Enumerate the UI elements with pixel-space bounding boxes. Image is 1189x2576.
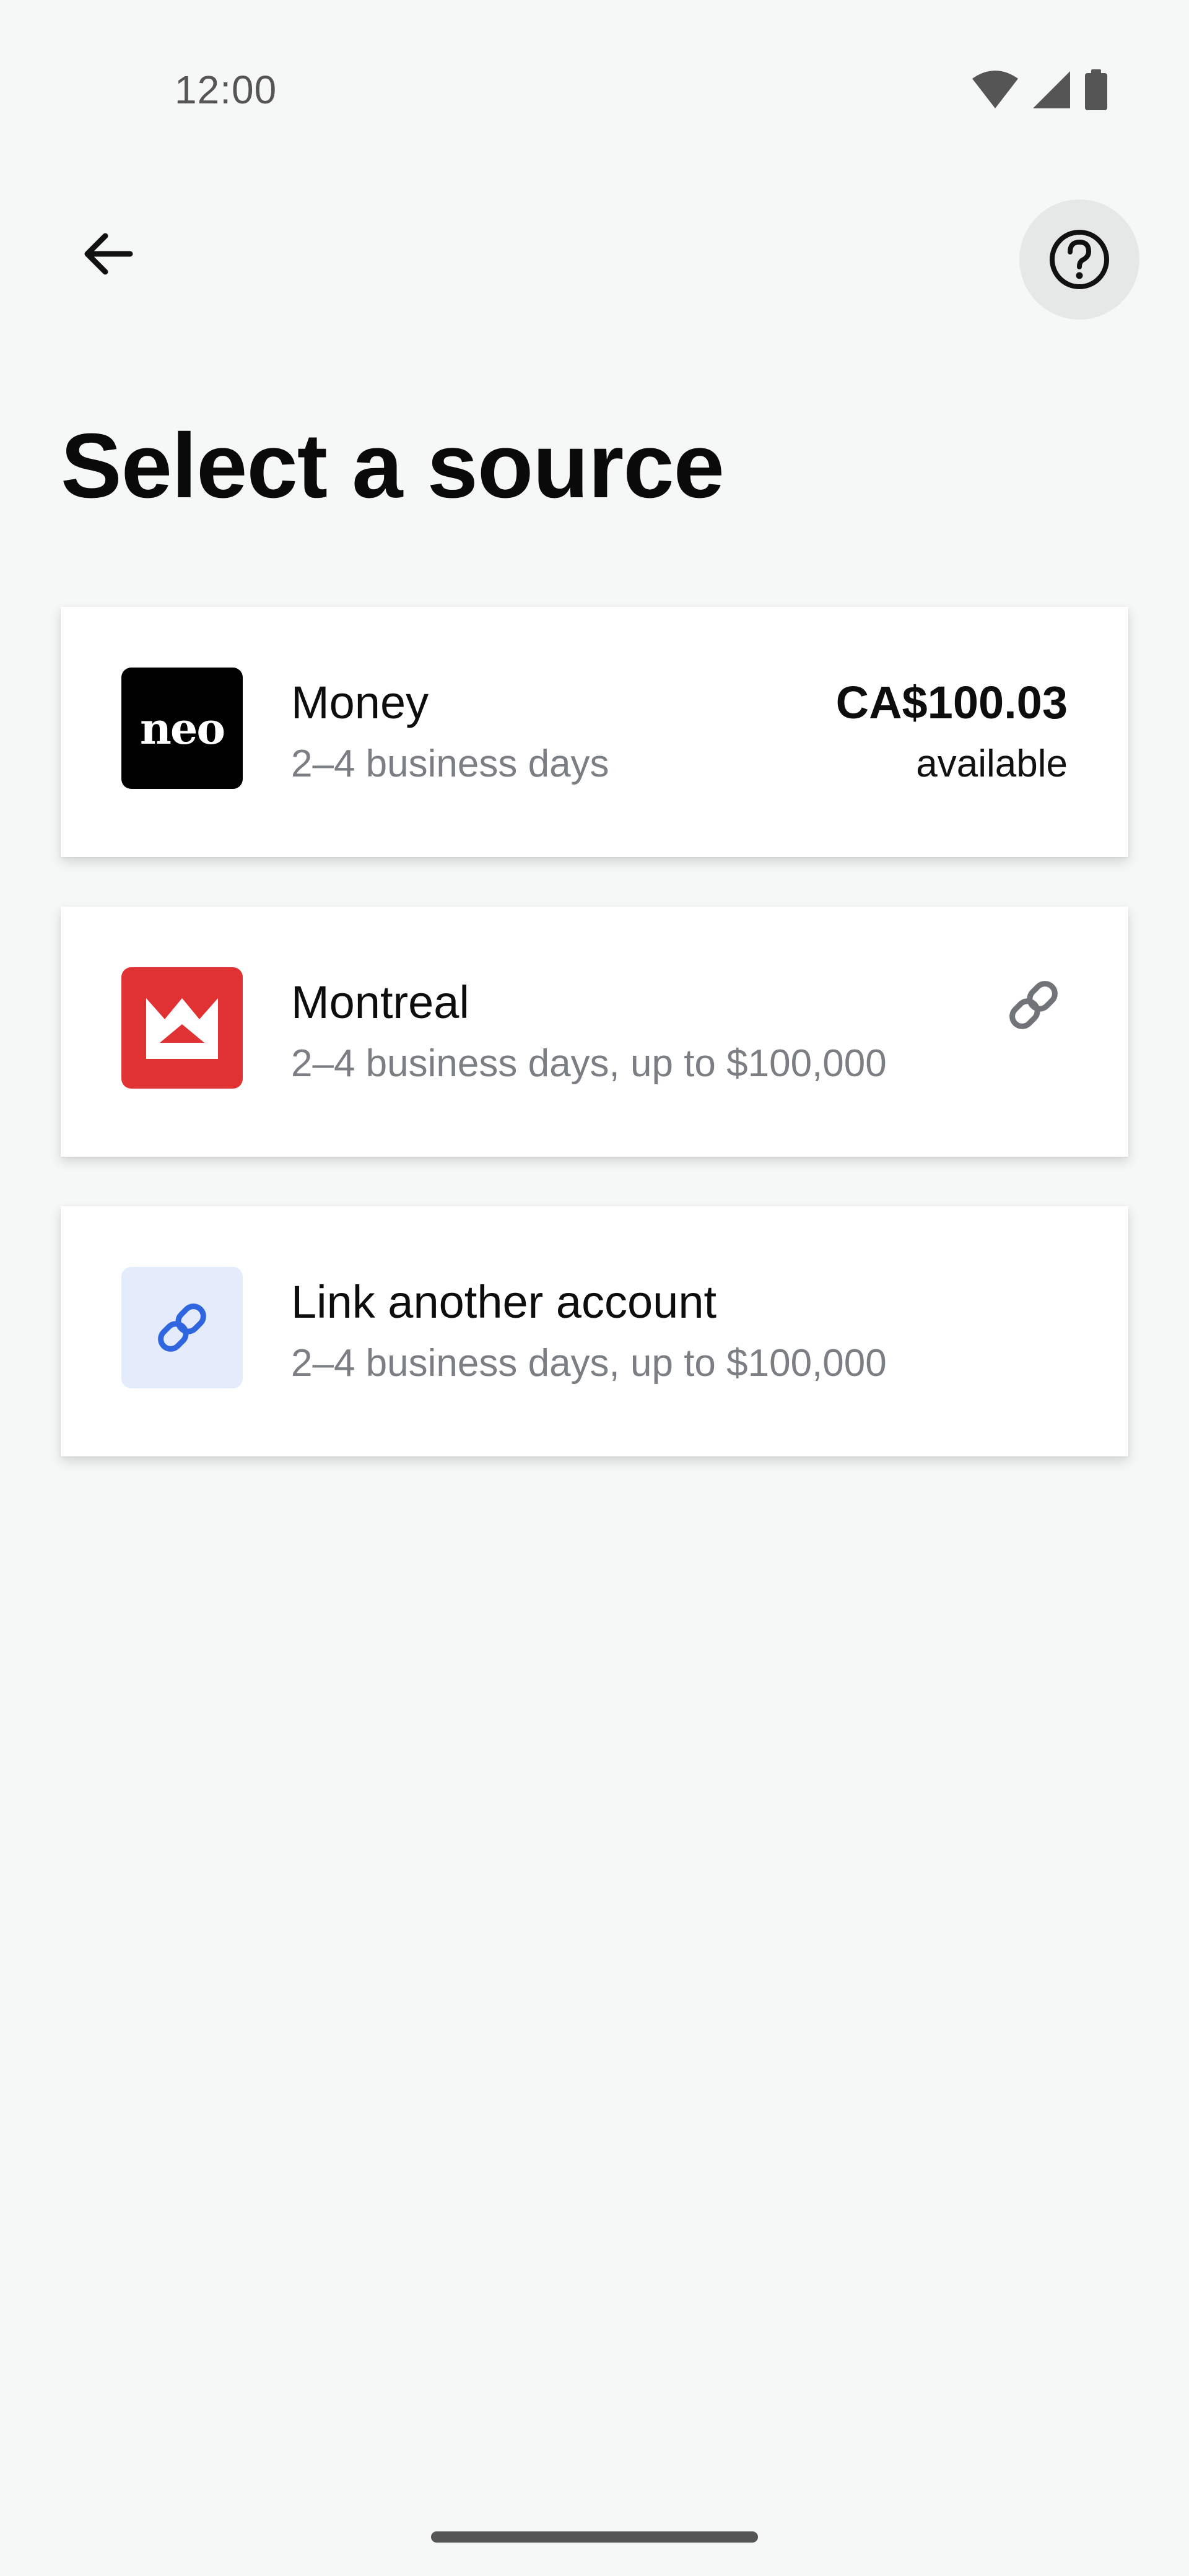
status-bar: 12:00 [0, 0, 1189, 180]
source-title: Montreal [291, 977, 469, 1028]
battery-icon [1085, 69, 1107, 110]
source-card-money[interactable]: neo Money 2–4 business days CA$100.03 av… [61, 607, 1128, 857]
link-account-tile [121, 1267, 243, 1388]
neo-logo: neo [121, 668, 243, 789]
available-balance: CA$100.03 [835, 677, 1068, 728]
cell-signal-icon [1033, 71, 1070, 108]
linked-account-button[interactable] [1000, 971, 1068, 1039]
source-title: Link another account [291, 1276, 717, 1328]
help-button[interactable] [1019, 199, 1139, 320]
back-button[interactable] [68, 214, 149, 294]
source-subtitle: 2–4 business days, up to $100,000 [291, 1342, 887, 1385]
link-icon [158, 1303, 206, 1352]
help-circle-icon [1050, 230, 1109, 289]
available-label: available [916, 742, 1068, 785]
home-indicator[interactable] [431, 2531, 758, 2543]
source-card-montreal[interactable]: Montreal 2–4 business days, up to $100,0… [61, 907, 1128, 1157]
arrow-left-icon [84, 233, 133, 275]
status-icons [971, 69, 1108, 110]
source-title: Money [291, 677, 429, 728]
status-time: 12:00 [175, 67, 277, 112]
wifi-icon [972, 71, 1018, 108]
source-card-link-account[interactable]: Link another account 2–4 business days, … [61, 1206, 1128, 1456]
source-subtitle: 2–4 business days [291, 742, 609, 785]
link-icon [1009, 981, 1058, 1029]
neo-logo-text: neo [139, 702, 225, 754]
page-title: Select a source [61, 415, 725, 517]
bmo-logo-icon [121, 967, 243, 1089]
source-subtitle: 2–4 business days, up to $100,000 [291, 1042, 887, 1085]
